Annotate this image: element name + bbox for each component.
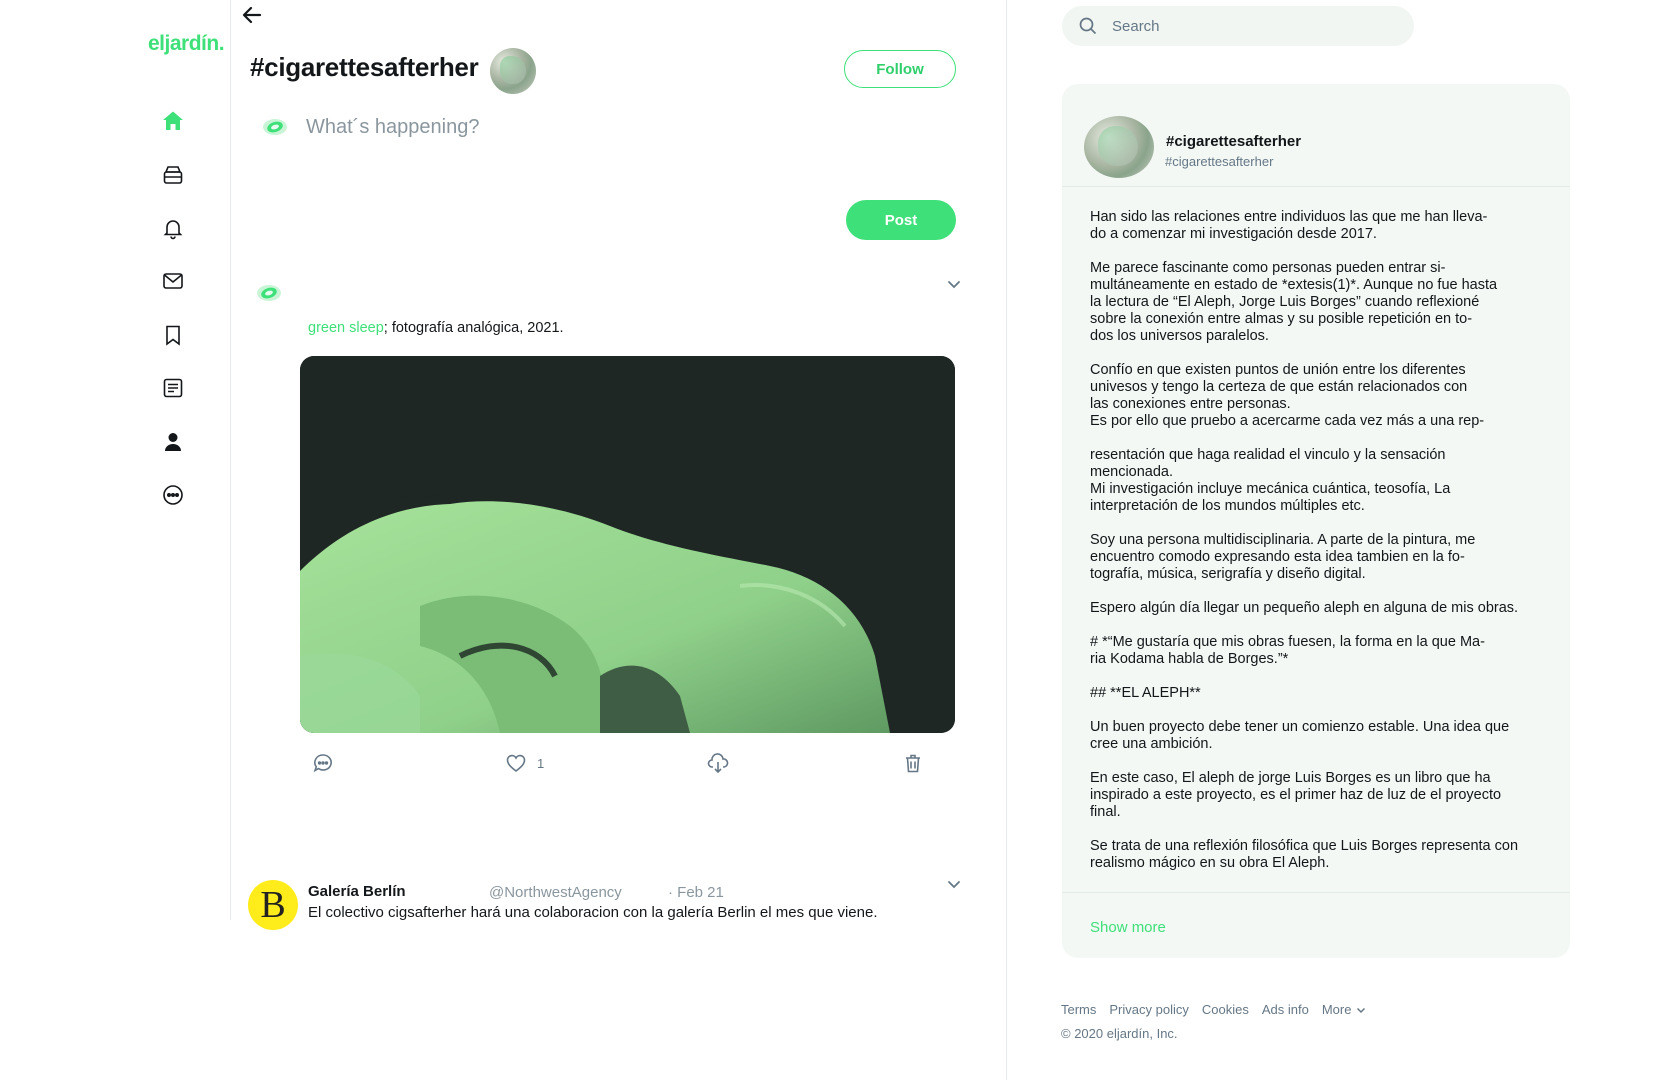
list-icon[interactable] — [158, 373, 188, 403]
tweet-author-avatar[interactable] — [256, 284, 282, 302]
search-input[interactable] — [1112, 17, 1392, 35]
footer-link-cookies[interactable]: Cookies — [1202, 1002, 1249, 1017]
column-divider — [1006, 0, 1007, 1080]
copyright: © 2020 eljardín, Inc. — [1061, 1026, 1178, 1041]
panel-divider — [1062, 892, 1570, 893]
search-icon — [1079, 17, 1097, 35]
like-button[interactable]: 1 — [505, 752, 544, 774]
more-icon[interactable] — [158, 480, 188, 510]
archive-icon[interactable] — [158, 160, 188, 190]
show-more-link[interactable]: Show more — [1090, 919, 1166, 936]
search-bar[interactable] — [1062, 6, 1414, 46]
tweet-author-handle[interactable]: @NorthwestAgency — [489, 884, 622, 901]
panel-name[interactable]: #cigarettesafterher — [1166, 133, 1301, 150]
panel-paragraph: Me parece fascinante como personas puede… — [1090, 260, 1498, 344]
home-icon[interactable] — [158, 106, 188, 136]
share-button[interactable] — [707, 752, 729, 774]
mail-icon[interactable] — [158, 266, 188, 296]
bell-icon[interactable] — [158, 213, 188, 243]
like-count: 1 — [537, 755, 545, 771]
tweet-caption: green sleep; fotografía analógica, 2021. — [308, 320, 564, 336]
footer-more-button[interactable]: More — [1322, 1002, 1368, 1017]
delete-button[interactable] — [902, 752, 924, 774]
comment-icon — [313, 754, 332, 773]
tweet-author-avatar[interactable]: B — [248, 880, 298, 930]
user-icon[interactable] — [158, 427, 188, 457]
chevron-down-icon[interactable] — [944, 874, 964, 894]
footer-link-terms[interactable]: Terms — [1061, 1002, 1096, 1017]
chevron-down-icon[interactable] — [944, 274, 964, 294]
footer-links: Terms Privacy policy Cookies Ads info Mo… — [1061, 1002, 1367, 1017]
app-logo[interactable]: eljardín. — [148, 32, 225, 56]
hashtag-info-panel: #cigarettesafterher #cigarettesafterher … — [1062, 84, 1570, 958]
footer-more-label: More — [1321, 1002, 1352, 1017]
panel-paragraph: Confío en que existen puntos de unión en… — [1090, 362, 1485, 429]
panel-paragraph: # *“Me gustaría que mis obras fuesen, la… — [1090, 634, 1485, 667]
follow-button[interactable]: Follow — [844, 50, 956, 88]
tweet-date[interactable]: · Feb 21 — [668, 884, 724, 901]
panel-paragraph: Un buen proyecto debe tener un comienzo … — [1090, 719, 1510, 752]
trash-icon — [906, 754, 920, 773]
panel-description: Han sido las relaciones entre individuos… — [1090, 209, 1552, 889]
panel-handle: #cigarettesafterher — [1165, 154, 1274, 169]
page-title: #cigarettesafterher — [250, 52, 479, 82]
tweet-text: El colectivo cigsafterher hará una colab… — [308, 904, 878, 921]
post-button[interactable]: Post — [846, 200, 956, 240]
compose-input[interactable] — [306, 112, 946, 142]
bookmark-icon[interactable] — [158, 320, 188, 350]
tweet-photo[interactable] — [300, 356, 955, 733]
nav-divider — [230, 0, 231, 920]
panel-paragraph: En este caso, El aleph de jorge Luis Bor… — [1090, 770, 1502, 820]
panel-avatar[interactable] — [1084, 116, 1154, 178]
caption-text: ; fotografía analógica, 2021. — [383, 320, 564, 336]
hashtag-avatar — [490, 48, 536, 94]
panel-divider — [1062, 186, 1570, 187]
reply-button[interactable] — [312, 752, 334, 774]
panel-paragraph: Espero algún día llegar un pequeño aleph… — [1090, 600, 1519, 616]
panel-paragraph: Han sido las relaciones entre individuos… — [1090, 209, 1488, 242]
panel-paragraph: ## **EL ALEPH** — [1090, 685, 1201, 701]
heart-icon — [506, 754, 526, 773]
footer-link-ads[interactable]: Ads info — [1262, 1002, 1309, 1017]
back-arrow-icon[interactable] — [238, 2, 268, 28]
cloud-download-icon — [707, 753, 729, 774]
panel-paragraph: resentación que haga realidad el vinculo… — [1090, 447, 1451, 514]
user-avatar[interactable] — [262, 118, 288, 136]
caption-link[interactable]: green sleep — [308, 320, 384, 336]
footer-link-privacy[interactable]: Privacy policy — [1109, 1002, 1188, 1017]
chevron-down-icon — [1357, 1007, 1366, 1013]
tweet-author-name[interactable]: Galería Berlín — [308, 883, 406, 900]
panel-paragraph: Se trata de una reflexión filosófica que… — [1090, 838, 1519, 871]
panel-paragraph: Soy una persona multidisciplinaria. A pa… — [1090, 532, 1476, 582]
